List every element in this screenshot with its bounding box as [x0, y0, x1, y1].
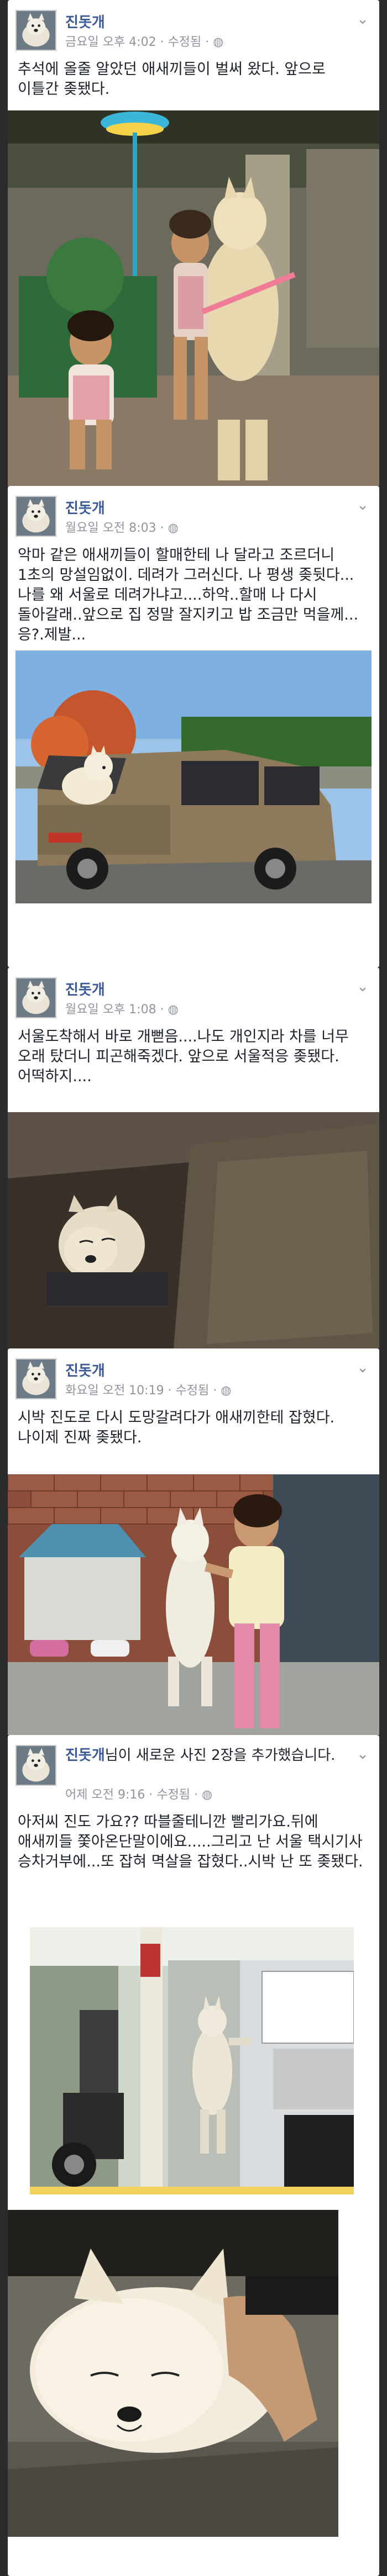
post-timestamp[interactable]: 월요일 오전 8:03 ·: [65, 521, 168, 535]
post-action-text: 님이 새로운 사진 2장을 추가했습니다.: [104, 1747, 336, 1764]
post-header: 진돗개님이 새로운 사진 2장을 추가했습니다. 어제 오전 9:16 · 수정…: [15, 1743, 372, 1802]
post-card-5: 진돗개님이 새로운 사진 2장을 추가했습니다. 어제 오전 9:16 · 수정…: [8, 1735, 379, 2576]
chevron-down-icon[interactable]: ⌄: [354, 1746, 372, 1763]
globe-icon: ◍: [202, 1788, 213, 1802]
post-card-2: 진돗개 월요일 오전 8:03 · ◍ ⌄ 악마 같은 애새끼들이 할매한테 나…: [8, 486, 379, 967]
avatar[interactable]: [15, 496, 56, 537]
avatar[interactable]: [15, 1745, 56, 1786]
chevron-down-icon[interactable]: ⌄: [354, 497, 372, 514]
post-header: 진돗개 월요일 오후 1:08 · ◍ ⌄: [15, 975, 372, 1023]
post-header: 진돗개 월요일 오전 8:03 · ◍ ⌄: [15, 494, 372, 541]
author-name: 진돗개님이 새로운 사진 2장을 추가했습니다.: [65, 1746, 353, 1765]
post-timestamp[interactable]: 월요일 오후 1:08 ·: [65, 1003, 168, 1017]
author-name[interactable]: 진돗개: [65, 497, 105, 517]
post-header: 진돗개 금요일 오후 4:02 · 수정됨 · ◍ ⌄: [15, 8, 372, 55]
post-text: 아저씨 진도 가요?? 따블줄테니깐 빨리가요.뒤에 애새끼들 쫓아온단말이에요…: [18, 1813, 363, 1870]
post-photo-1[interactable]: [30, 1927, 354, 2194]
post-header: 진돗개 화요일 오전 10:19 · 수정됨 · ◍ ⌄: [15, 1356, 372, 1404]
author-name[interactable]: 진돗개: [65, 11, 105, 31]
post-photo[interactable]: [8, 1474, 379, 1735]
post-text: 시박 진도로 다시 도망갈려다가 애새끼한테 잡혔다. 나이제 진짜 좆됐다.: [18, 1409, 335, 1446]
post-meta: 어제 오전 9:16 · 수정됨 · ◍: [65, 1785, 212, 1802]
avatar[interactable]: [15, 977, 56, 1018]
chevron-down-icon[interactable]: ⌄: [354, 11, 372, 28]
post-card-4: 진돗개 화요일 오전 10:19 · 수정됨 · ◍ ⌄ 시박 진도로 다시 도…: [8, 1348, 379, 1735]
post-photo-2[interactable]: [8, 2210, 338, 2537]
post-card-3: 진돗개 월요일 오후 1:08 · ◍ ⌄ 서울도착해서 바로 개뻗음....나…: [8, 967, 379, 1348]
chevron-down-icon[interactable]: ⌄: [354, 1360, 372, 1376]
post-meta: 화요일 오전 10:19 · 수정됨 · ◍: [65, 1380, 231, 1398]
chevron-down-icon[interactable]: ⌄: [354, 978, 372, 995]
post-timestamp[interactable]: 어제 오전 9:16 · 수정됨 ·: [65, 1788, 202, 1802]
author-name[interactable]: 진돗개: [65, 1360, 105, 1380]
post-text: 서울도착해서 바로 개뻗음....나도 개인지라 차를 너무 오래 탔더니 피곤…: [18, 1028, 349, 1085]
post-text: 추석에 올줄 알았던 애새끼들이 벌써 왔다. 앞으로 이틀간 좆됐다.: [18, 61, 326, 98]
post-timestamp[interactable]: 금요일 오후 4:02 · 수정됨 ·: [65, 35, 213, 49]
post-text: 악마 같은 애새끼들이 할매한테 나 달라고 조르더니 1초의 망설임없이. 데…: [18, 547, 359, 643]
author-link[interactable]: 진돗개: [65, 1747, 105, 1764]
author-name[interactable]: 진돗개: [65, 978, 105, 999]
post-meta: 월요일 오후 1:08 · ◍: [65, 999, 179, 1017]
avatar[interactable]: [15, 1358, 56, 1399]
post-meta: 월요일 오전 8:03 · ◍: [65, 518, 179, 536]
globe-icon: ◍: [213, 35, 224, 49]
globe-icon: ◍: [221, 1384, 232, 1398]
avatar[interactable]: [15, 10, 56, 51]
post-meta: 금요일 오후 4:02 · 수정됨 · ◍: [65, 32, 223, 50]
post-timestamp[interactable]: 화요일 오전 10:19 · 수정됨 ·: [65, 1384, 221, 1398]
post-photo[interactable]: [8, 110, 379, 486]
post-card-1: 진돗개 금요일 오후 4:02 · 수정됨 · ◍ ⌄ 추석에 올줄 알았던 애…: [8, 0, 379, 486]
globe-icon: ◍: [168, 1003, 179, 1017]
post-photo[interactable]: [8, 1112, 379, 1348]
post-photo[interactable]: [15, 650, 372, 903]
globe-icon: ◍: [168, 521, 179, 535]
